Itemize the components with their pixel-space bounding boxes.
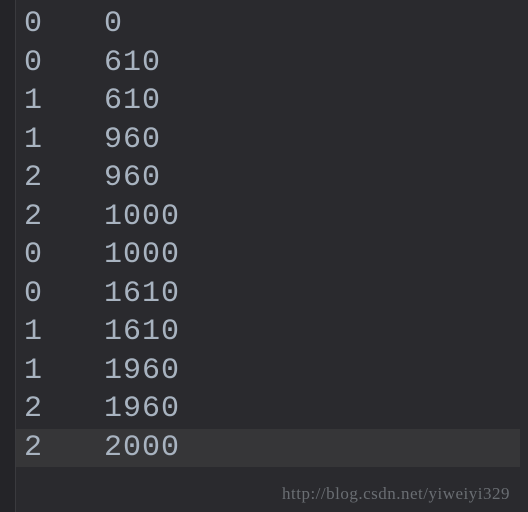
code-line: 1 1960 bbox=[24, 352, 520, 391]
code-line: 1 610 bbox=[24, 82, 520, 121]
code-editor: 0 0 0 610 1 610 1 960 2 960 2 1000 0 100… bbox=[0, 0, 528, 512]
code-line: 0 1610 bbox=[24, 275, 520, 314]
col1-value: 0 bbox=[24, 277, 104, 311]
col2-value: 1000 bbox=[104, 200, 180, 234]
col1-value: 2 bbox=[24, 392, 104, 426]
watermark-text: http://blog.csdn.net/yiweiyi329 bbox=[282, 484, 510, 504]
code-line-highlighted: 2 2000 bbox=[16, 429, 520, 468]
col2-value: 2000 bbox=[104, 431, 180, 465]
col1-value: 0 bbox=[24, 46, 104, 80]
col1-value: 0 bbox=[24, 7, 104, 41]
col2-value: 0 bbox=[104, 7, 123, 41]
col2-value: 960 bbox=[104, 161, 161, 195]
col1-value: 2 bbox=[24, 161, 104, 195]
code-content[interactable]: 0 0 0 610 1 610 1 960 2 960 2 1000 0 100… bbox=[16, 0, 528, 512]
code-line: 0 0 bbox=[24, 5, 520, 44]
code-line: 2 960 bbox=[24, 159, 520, 198]
col1-value: 0 bbox=[24, 238, 104, 272]
code-line: 1 960 bbox=[24, 121, 520, 160]
col1-value: 1 bbox=[24, 123, 104, 157]
line-gutter bbox=[0, 0, 16, 512]
col1-value: 2 bbox=[24, 431, 104, 465]
col1-value: 2 bbox=[24, 200, 104, 234]
col1-value: 1 bbox=[24, 84, 104, 118]
code-line: 0 610 bbox=[24, 44, 520, 83]
col2-value: 1960 bbox=[104, 392, 180, 426]
col2-value: 1610 bbox=[104, 315, 180, 349]
code-line: 2 1960 bbox=[24, 390, 520, 429]
col1-value: 1 bbox=[24, 315, 104, 349]
col2-value: 1610 bbox=[104, 277, 180, 311]
col2-value: 960 bbox=[104, 123, 161, 157]
col2-value: 610 bbox=[104, 84, 161, 118]
col2-value: 1000 bbox=[104, 238, 180, 272]
col2-value: 610 bbox=[104, 46, 161, 80]
col1-value: 1 bbox=[24, 354, 104, 388]
code-line: 0 1000 bbox=[24, 236, 520, 275]
col2-value: 1960 bbox=[104, 354, 180, 388]
code-line: 2 1000 bbox=[24, 198, 520, 237]
code-line: 1 1610 bbox=[24, 313, 520, 352]
